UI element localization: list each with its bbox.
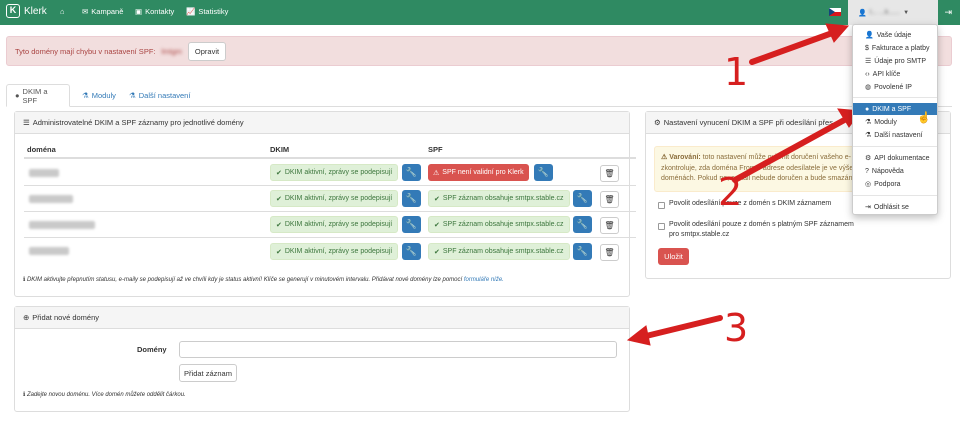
annotation-number: 2 <box>718 170 743 214</box>
flask-icon: ⚗ <box>865 119 872 126</box>
code-icon: ‹› <box>865 70 870 78</box>
menu-item-label: Podpora <box>874 180 901 188</box>
menu-item-label: Vaše údaje <box>876 31 912 39</box>
menu-item-label: Odhlásit se <box>873 203 909 211</box>
question-icon: ? <box>865 167 869 175</box>
menu-item-label: DKIM a SPF <box>872 105 912 113</box>
menu-item-label: Fakturace a platby <box>871 44 930 52</box>
menu-item-label: API klíče <box>872 70 901 78</box>
dollar-icon: $ <box>865 44 869 52</box>
menu-item-label: Povolené IP <box>874 83 912 91</box>
menu-item-api-docs[interactable]: ⚙ API dokumentace <box>853 152 937 164</box>
menu-item-label: Nápověda <box>871 167 904 175</box>
menu-divider <box>853 195 937 196</box>
menu-item-allowed-ip[interactable]: ◍ Povolené IP <box>853 81 937 93</box>
annotation-arrows <box>626 23 862 346</box>
menu-item-label: Další nastavení <box>874 131 923 139</box>
menu-item-dalsi[interactable]: ⚗ Další nastavení <box>853 129 937 141</box>
annotation-number: 3 <box>724 306 749 350</box>
arrow-3 <box>639 315 723 340</box>
menu-item-smtp[interactable]: ☰ Údaje pro SMTP <box>853 55 937 67</box>
menu-item-label: Údaje pro SMTP <box>874 57 927 65</box>
annotation-number: 1 <box>724 50 749 94</box>
arrow-2 <box>732 115 851 183</box>
logout-icon: ⇥ <box>865 204 871 211</box>
menu-divider <box>853 146 937 147</box>
gear-icon: ⚙ <box>865 155 872 162</box>
arrow-3-head <box>626 325 651 346</box>
circle-icon: ● <box>865 105 870 113</box>
menu-item-label: API dokumentace <box>874 154 930 162</box>
lifebuoy-icon: ◎ <box>865 181 872 188</box>
list-icon: ☰ <box>865 58 872 65</box>
menu-item-podpora[interactable]: ◎ Podpora <box>853 178 937 190</box>
globe-icon: ◍ <box>865 84 872 91</box>
user-icon: 👤 <box>865 32 874 39</box>
menu-item-logout[interactable]: ⇥ Odhlásit se <box>853 201 937 213</box>
menu-divider <box>853 97 937 98</box>
menu-item-vase-udaje[interactable]: 👤 Vaše údaje <box>853 29 937 41</box>
arrow-1 <box>749 29 838 65</box>
menu-item-api-keys[interactable]: ‹› API klíče <box>853 68 937 80</box>
hand-cursor-icon: ☝ <box>917 112 931 124</box>
menu-item-fakturace[interactable]: $ Fakturace a platby <box>853 42 937 54</box>
menu-item-label: Moduly <box>874 118 897 126</box>
menu-item-napoveda[interactable]: ? Nápověda <box>853 165 937 177</box>
flask-icon: ⚗ <box>865 132 872 139</box>
